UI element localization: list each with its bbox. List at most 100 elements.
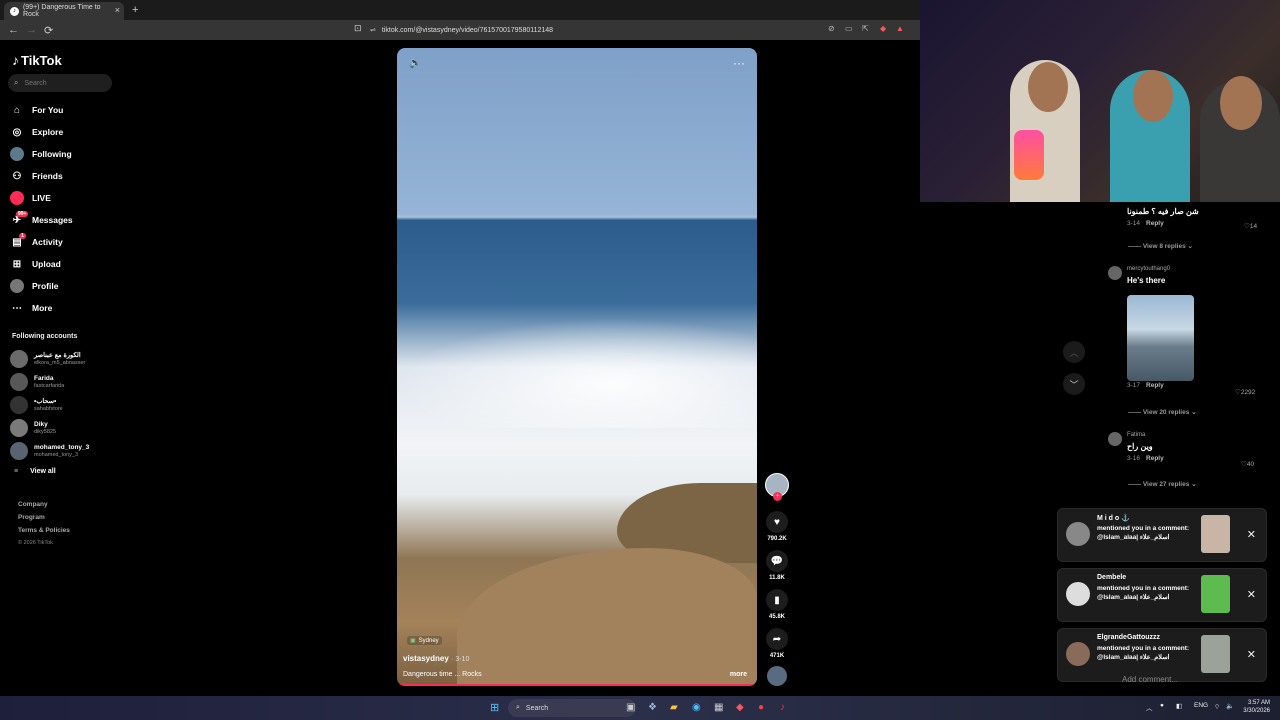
tray-chevron-icon[interactable]: ︿	[1146, 702, 1153, 712]
more-options-icon[interactable]: ···	[733, 56, 745, 70]
account-item[interactable]: •سحاب• sahabfstore	[10, 395, 63, 415]
back-icon[interactable]: ←	[8, 24, 19, 36]
forward-icon[interactable]: →	[26, 24, 37, 36]
view-all-link[interactable]: ≡ View all	[14, 468, 56, 475]
tiktok-logo[interactable]: ♪ TikTok	[12, 52, 62, 68]
location-label: Sydney	[418, 637, 439, 644]
description-more-link[interactable]: more	[730, 671, 747, 678]
browser-tab[interactable]: ♪ (99+) Dangerous Time to Rock ×	[4, 2, 124, 20]
nav-live[interactable]: LIVE	[10, 190, 51, 206]
like-button[interactable]: ♥ 790.2K	[765, 511, 789, 542]
taskbar-search[interactable]: ⌕ Search	[508, 699, 636, 717]
nav-for-you[interactable]: ⌂ For You	[10, 102, 63, 118]
view-replies-button[interactable]: —— View 27 replies ⌄	[1128, 480, 1197, 488]
close-icon[interactable]: ✕	[1247, 528, 1256, 541]
previous-video-button[interactable]: ︿	[1063, 341, 1085, 363]
brave-shield-icon[interactable]: ◆	[880, 24, 886, 33]
store-icon[interactable]: ▦	[714, 702, 723, 713]
extension-icon[interactable]: ⊘	[828, 24, 835, 33]
cast-icon[interactable]: ▭	[845, 24, 853, 33]
mention-notification[interactable]: ElgrandeGattouzzz mentioned you in a com…	[1057, 628, 1267, 682]
search-input[interactable]: ⌕ Search	[8, 74, 112, 92]
list-icon: ≡	[14, 468, 19, 475]
reply-button[interactable]: Reply	[1146, 455, 1164, 462]
nav-activity[interactable]: ▤ 1 Activity	[10, 233, 63, 250]
comment-like[interactable]: ♡2292	[1235, 388, 1255, 396]
view-replies-button[interactable]: —— View 20 replies ⌄	[1128, 408, 1197, 416]
location-tag[interactable]: ▣ Sydney	[407, 636, 442, 645]
comment-like[interactable]: ♡40	[1241, 460, 1254, 468]
video-player[interactable]: 🔈 ··· ▣ Sydney vistasydney · 3-10 Dangero…	[397, 48, 757, 686]
comment-image[interactable]	[1127, 295, 1194, 381]
clock[interactable]: 3:57 AM 3/30/2026	[1243, 699, 1270, 715]
video-progress-bar[interactable]	[397, 684, 757, 686]
account-item[interactable]: Farida fastcarfarida	[10, 372, 64, 392]
tray-app-icon[interactable]: ●	[1160, 702, 1164, 709]
language-indicator[interactable]: ENG	[1194, 702, 1208, 709]
close-tab-icon[interactable]: ×	[115, 5, 120, 15]
account-item[interactable]: mohamed_tony_3 mohamed_tony_3	[10, 441, 89, 461]
music-disc[interactable]	[767, 666, 787, 686]
nav-following[interactable]: Following	[10, 146, 72, 162]
more-icon: ⋯	[12, 302, 22, 314]
add-comment-input[interactable]: Add comment...	[1122, 675, 1178, 684]
account-item[interactable]: Diky diky5825	[10, 418, 56, 438]
brave-rewards-icon[interactable]: ▲	[896, 24, 904, 33]
share-button[interactable]: ➦ 471K	[765, 628, 789, 659]
nav-explore[interactable]: ◎ Explore	[10, 124, 64, 140]
bookmark-icon[interactable]: ⊡	[354, 23, 362, 34]
message-icon: ✈ 99+	[12, 211, 29, 226]
brave-icon[interactable]: ◆	[736, 702, 744, 713]
next-video-button[interactable]: ﹀	[1063, 373, 1085, 395]
tiktok-icon[interactable]: ♪	[780, 702, 785, 713]
widgets-icon[interactable]: ❖	[648, 702, 657, 713]
app-icon[interactable]: ●	[758, 702, 764, 713]
view-replies-button[interactable]: —— View 8 replies ⌄	[1128, 242, 1193, 250]
mention-notification[interactable]: M i d o ⚓ mentioned you in a comment: @I…	[1057, 508, 1267, 562]
footer-company[interactable]: Company	[18, 501, 48, 508]
mention-notification[interactable]: Dembele mentioned you in a comment: @Isl…	[1057, 568, 1267, 622]
comment-user[interactable]: mercytouthang0	[1127, 266, 1170, 272]
avatar[interactable]	[1108, 266, 1122, 280]
site-info-icon[interactable]: ⇌	[370, 26, 376, 34]
comment-like[interactable]: ♡14	[1244, 222, 1257, 230]
comment-button[interactable]: 💬 11.8K	[765, 550, 789, 581]
reload-icon[interactable]: ⟳	[44, 24, 54, 37]
sidebar: ♪ TikTok ⌕ Search ⌂ For You ◎ Explore Foll…	[0, 40, 120, 690]
account-name: الكورة مع عبناصر	[34, 351, 81, 359]
edge-icon[interactable]: ◉	[692, 702, 701, 713]
footer-terms[interactable]: Terms & Policies	[18, 527, 70, 534]
new-tab-button[interactable]: +	[132, 4, 138, 16]
close-icon[interactable]: ✕	[1247, 648, 1256, 661]
account-name: Farida	[34, 374, 54, 382]
nav-more[interactable]: ⋯ More	[10, 300, 52, 316]
follow-plus-icon[interactable]: +	[773, 492, 782, 501]
tray-app-icon[interactable]: ◧	[1176, 702, 1182, 710]
nav-profile[interactable]: Profile	[10, 278, 58, 294]
file-explorer-icon[interactable]: ▰	[670, 702, 678, 713]
nav-messages[interactable]: ✈ 99+ Messages	[10, 211, 73, 228]
share-icon[interactable]: ⇱	[862, 24, 869, 33]
reply-button[interactable]: Reply	[1146, 382, 1164, 389]
nav-label: Activity	[32, 237, 63, 247]
volume-icon[interactable]: 🔈	[409, 58, 421, 69]
creator-avatar[interactable]: +	[765, 473, 789, 501]
reply-button[interactable]: Reply	[1146, 220, 1164, 227]
close-icon[interactable]: ✕	[1247, 588, 1256, 601]
avatar[interactable]	[1108, 432, 1122, 446]
bookmark-icon: ▮	[766, 589, 788, 611]
activity-badge: 1	[19, 233, 26, 239]
wifi-icon[interactable]: ⌔	[1214, 702, 1220, 711]
task-view-icon[interactable]: ▣	[626, 702, 635, 713]
comment-date: 3-17	[1127, 382, 1141, 389]
footer-program[interactable]: Program	[18, 514, 45, 521]
notification-thumbnail	[1201, 515, 1230, 553]
account-item[interactable]: الكورة مع عبناصر elkora_m5_abnasser	[10, 349, 85, 369]
nav-friends[interactable]: ⚇ Friends	[10, 168, 63, 184]
video-author[interactable]: vistasydney · 3-10	[403, 654, 469, 663]
nav-upload[interactable]: ⊞ Upload	[10, 256, 61, 272]
save-button[interactable]: ▮ 45.8K	[765, 589, 789, 620]
comment-user[interactable]: Fatima	[1127, 432, 1164, 438]
windows-start-icon[interactable]: ⊞	[490, 701, 499, 714]
volume-icon[interactable]: 🔈	[1226, 702, 1234, 710]
